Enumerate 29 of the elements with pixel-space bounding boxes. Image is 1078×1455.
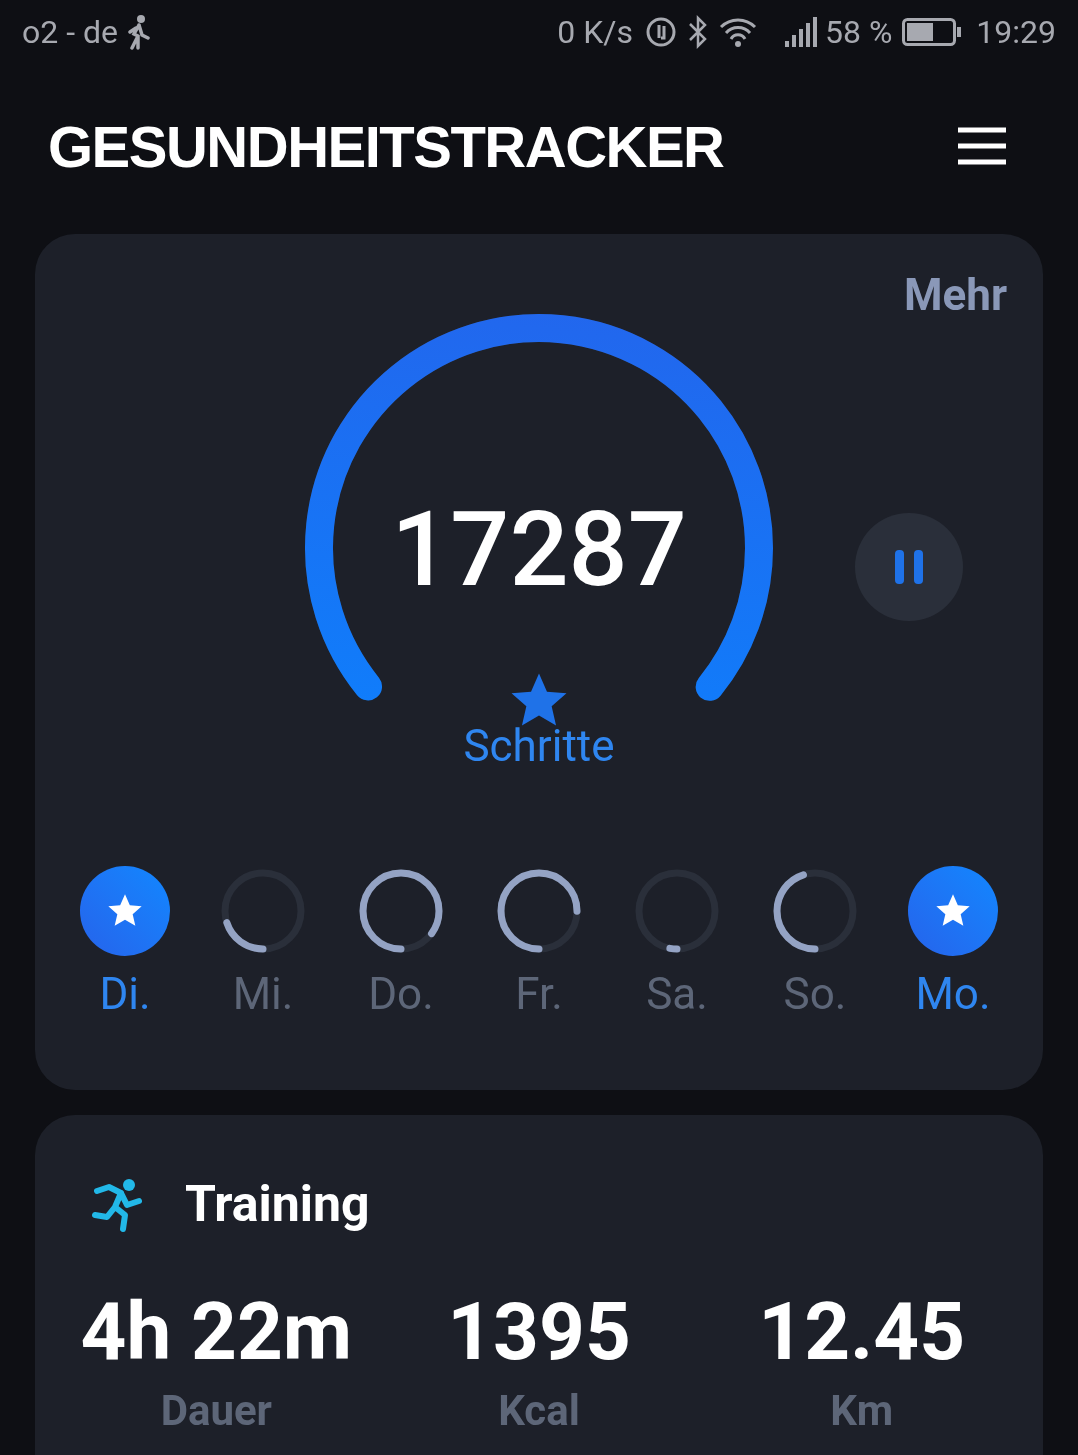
day-label: Sa.	[646, 972, 708, 1016]
pause-icon	[893, 550, 925, 584]
clock: 19:29	[976, 12, 1056, 53]
day-label: Mo.	[915, 972, 991, 1016]
carrier-name: o2 - de	[22, 12, 118, 53]
training-title: Training	[185, 1174, 370, 1235]
day-label: Do.	[368, 972, 434, 1016]
battery-icon	[902, 18, 963, 46]
stat-label: Km	[830, 1390, 894, 1432]
app-title: GESUNDHEITSTRACKER	[48, 112, 724, 181]
stat-label: Dauer	[160, 1390, 272, 1432]
stat-label: Kcal	[498, 1390, 580, 1432]
data-saver-icon	[644, 16, 677, 48]
stat-value: 4h 22m	[80, 1292, 353, 1372]
more-link[interactable]: Mehr	[903, 262, 1007, 328]
day-label: Mi.	[232, 972, 294, 1016]
network-speed: 0 K/s	[557, 12, 633, 53]
stat-value: 1395	[447, 1292, 631, 1372]
wifi-icon	[718, 16, 757, 48]
stat-value: 12.45	[758, 1292, 966, 1372]
bluetooth-icon	[686, 15, 709, 49]
step-count: 17287	[391, 498, 687, 602]
day-label: Fr.	[515, 972, 563, 1016]
menu-icon[interactable]	[958, 127, 1006, 165]
day-label: Di.	[99, 972, 151, 1016]
battery-percent: 58 %	[824, 12, 893, 53]
walking-icon	[125, 14, 150, 50]
steps-label: Schritte	[463, 724, 615, 768]
day-label: So.	[783, 972, 847, 1016]
